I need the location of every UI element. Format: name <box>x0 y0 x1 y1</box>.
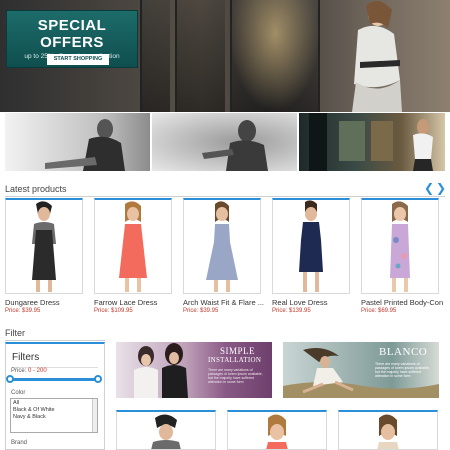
strip-photo-3 <box>299 113 445 171</box>
product-name[interactable]: Arch Waist Fit & Flare ... <box>183 298 264 307</box>
special-offer-panel: SPECIAL OFFERS up to 25% off on winter c… <box>6 10 138 68</box>
product-card[interactable] <box>183 198 261 294</box>
latest-products-divider <box>5 196 445 197</box>
product-image <box>299 200 323 292</box>
banner-subtext: There are many variations of passages of… <box>208 368 263 384</box>
color-option[interactable]: Black & Of White <box>13 407 95 414</box>
product-image <box>390 201 410 292</box>
banner-subtext: There are many variations of passages of… <box>375 362 430 378</box>
banner-title-blanco: BLANCO <box>379 346 428 358</box>
price-label: Price: 0 - 200 <box>11 368 47 374</box>
filter-section-title: Filter <box>5 328 25 338</box>
hero-model-image <box>352 0 402 112</box>
banner-models-image <box>134 343 188 398</box>
product-card[interactable] <box>5 198 83 294</box>
blanco-banner[interactable]: BLANCO There are many variations of pass… <box>283 342 439 398</box>
chevron-right-icon[interactable]: ❯ <box>436 182 446 194</box>
product-price: Price: $139.95 <box>272 308 311 314</box>
price-range-value: 0 - 200 <box>28 368 47 374</box>
product-name[interactable]: Real Love Dress <box>272 298 327 307</box>
product-image <box>377 414 399 449</box>
product-name[interactable]: Farrow Lace Dress <box>94 298 157 307</box>
product-image <box>119 201 147 292</box>
filter-divider <box>5 340 105 341</box>
product-price: Price: $39.95 <box>183 308 219 314</box>
photo-strip <box>5 113 445 171</box>
product-price: Price: $39.95 <box>5 308 41 314</box>
product-image <box>151 414 181 449</box>
latest-products-title: Latest products <box>5 184 67 194</box>
product-card[interactable] <box>272 198 350 294</box>
product-image <box>266 414 288 449</box>
banner-title-installation: INSTALLATION <box>208 356 262 364</box>
hero-window-pane <box>175 0 225 112</box>
product-price: Price: $109.95 <box>94 308 133 314</box>
product-name[interactable]: Pastel Printed Body-Con <box>361 298 443 307</box>
product-name[interactable]: Dungaree Dress <box>5 298 60 307</box>
price-slider-track[interactable] <box>8 378 98 381</box>
product-image <box>32 201 56 292</box>
product-card[interactable] <box>94 198 172 294</box>
filters-title: Filters <box>12 352 40 363</box>
hero-banner: SPECIAL OFFERS up to 25% off on winter c… <box>0 0 450 112</box>
color-select-scrollbar[interactable] <box>92 399 97 432</box>
product-card[interactable] <box>116 410 216 450</box>
brand-label: Brand <box>11 440 28 446</box>
chevron-left-icon[interactable]: ❮ <box>424 182 434 194</box>
product-card[interactable] <box>338 410 438 450</box>
price-slider-min-handle[interactable] <box>6 375 14 383</box>
product-card[interactable] <box>361 198 439 294</box>
color-select[interactable]: All Black & Of White Navy & Black <box>10 398 98 433</box>
color-option[interactable]: All <box>13 400 95 407</box>
simple-installation-banner[interactable]: SIMPLE INSTALLATION There are many varia… <box>116 342 272 398</box>
hero-window-pane <box>140 0 170 112</box>
start-shopping-button[interactable]: START SHOPPING <box>47 54 109 65</box>
strip-photo-1 <box>5 113 150 171</box>
color-option[interactable]: Navy & Black <box>13 414 95 421</box>
price-slider-max-handle[interactable] <box>94 375 102 383</box>
offer-title: SPECIAL OFFERS <box>37 17 107 51</box>
product-card[interactable] <box>227 410 327 450</box>
strip-photo-2 <box>152 113 297 171</box>
product-image <box>206 201 238 292</box>
price-label-text: Price: <box>11 368 27 374</box>
color-label: Color <box>11 390 26 396</box>
hero-light <box>230 0 320 112</box>
filters-panel: Filters <box>5 342 105 450</box>
product-price: Price: $69.95 <box>361 308 397 314</box>
banner-title-simple: SIMPLE <box>220 346 256 356</box>
